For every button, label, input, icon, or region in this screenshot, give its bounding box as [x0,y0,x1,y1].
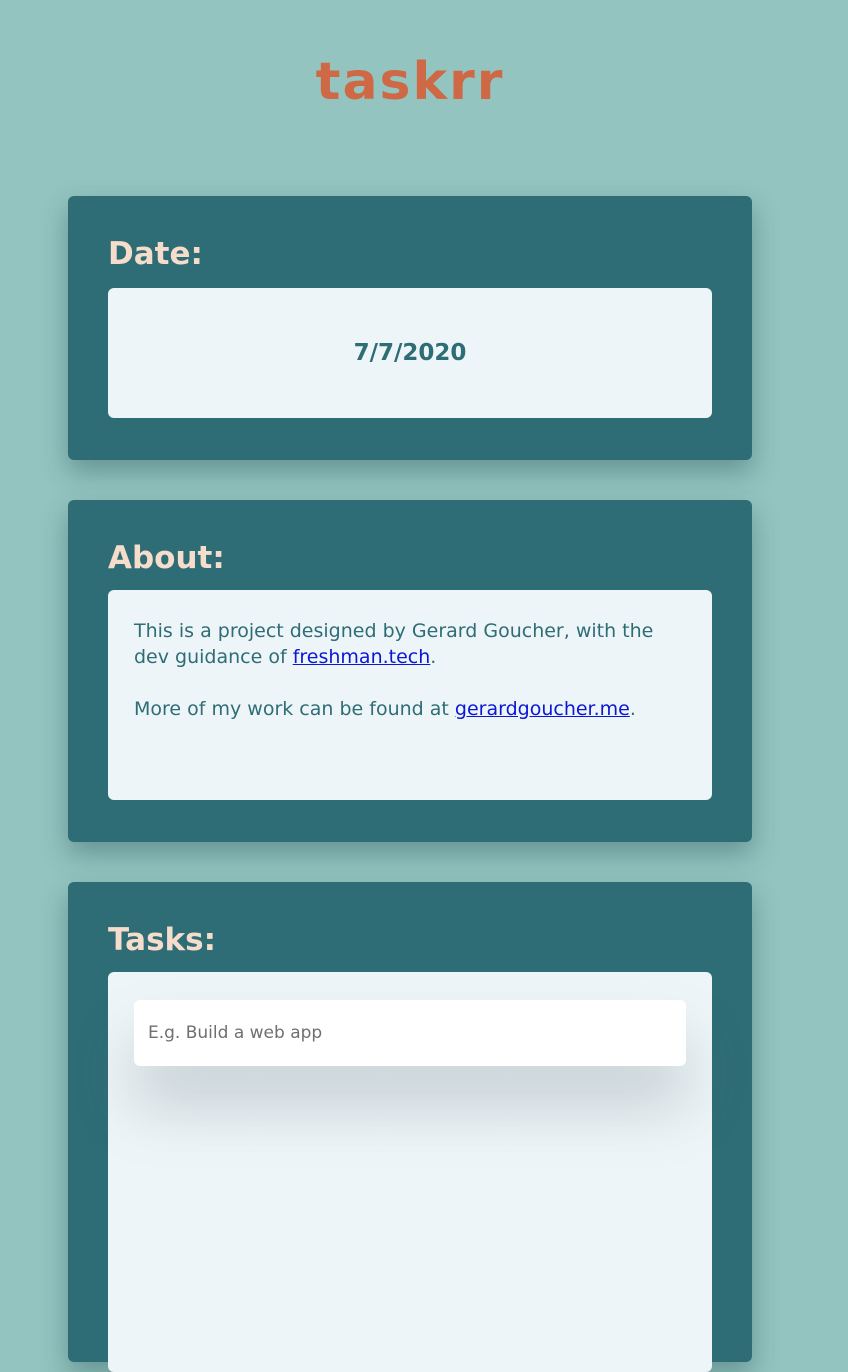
app-logo: taskrr [315,52,505,112]
about-credits-period: . [430,646,437,668]
about-portfolio-period: . [629,698,636,720]
about-paragraph-credits: This is a project designed by Gerard Gou… [134,618,694,670]
date-card: Date: 7/7/2020 [68,196,752,460]
current-date: 7/7/2020 [353,340,467,366]
date-panel: 7/7/2020 [108,288,712,418]
freshman-tech-link[interactable]: freshman.tech [293,646,431,668]
about-panel: This is a project designed by Gerard Gou… [108,590,712,800]
date-card-title: Date: [108,236,203,272]
about-text: This is a project designed by Gerard Gou… [134,618,694,748]
about-card: About: This is a project designed by Ger… [68,500,752,842]
tasks-panel [108,972,712,1372]
gerardgoucher-link[interactable]: gerardgoucher.me [455,698,630,720]
about-card-title: About: [108,540,225,576]
tasks-card: Tasks: [68,882,752,1372]
tasks-card-title: Tasks: [108,922,216,958]
about-portfolio-text: More of my work can be found at [134,698,455,720]
new-task-input[interactable] [134,1000,686,1066]
about-paragraph-portfolio: More of my work can be found at gerardgo… [134,696,694,722]
